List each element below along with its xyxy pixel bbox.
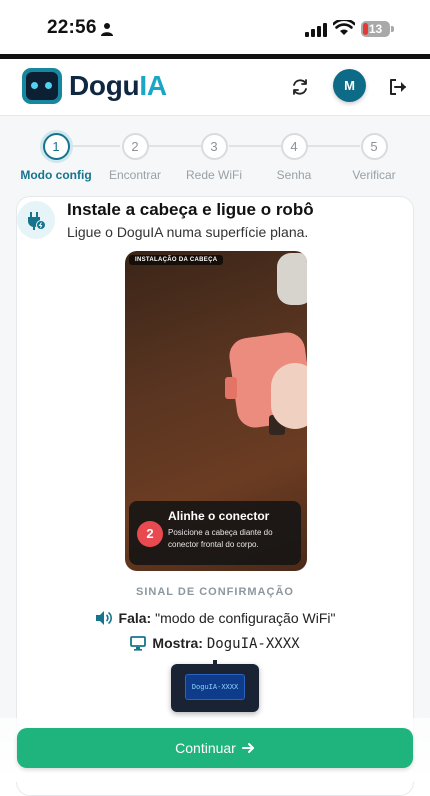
battery-level: 13: [368, 22, 383, 36]
arrow-right-icon: [241, 728, 255, 768]
robot-screen-preview: DoguIA-XXXX: [171, 660, 259, 712]
status-time: 22:56: [47, 17, 97, 38]
setup-card: Instale a cabeça e ligue o robô Ligue o …: [16, 196, 414, 796]
status-bar: 22:56 13: [0, 0, 430, 54]
refresh-icon[interactable]: [289, 76, 311, 98]
step-modo-config[interactable]: 1 Modo config: [16, 133, 96, 182]
shows-row: Mostra: DoguIA-XXXX: [17, 635, 413, 652]
step-number: 4: [280, 133, 308, 160]
step-number: 5: [360, 133, 388, 160]
step-encontrar[interactable]: 2 Encontrar: [95, 133, 175, 182]
video-tag: INSTALAÇÃO DA CABEÇA: [129, 255, 224, 265]
battery-icon: 13: [361, 21, 394, 37]
card-subtitle: Ligue o DoguIA numa superfície plana.: [67, 224, 309, 240]
plug-icon: [17, 201, 55, 239]
caption-step-badge: 2: [137, 521, 163, 547]
user-avatar[interactable]: M: [333, 69, 366, 102]
logo-icon: [22, 68, 62, 104]
app-header: DoguIA M: [0, 59, 430, 116]
logout-icon[interactable]: [387, 76, 409, 98]
hand-image: [271, 363, 307, 429]
cellular-signal-icon: [305, 23, 327, 37]
caption-title: Alinhe o conector: [168, 509, 270, 523]
wifi-icon: [333, 20, 355, 35]
caption-body: Posicione a cabeça diante do conector fr…: [168, 528, 273, 549]
step-verificar[interactable]: 5 Verificar: [334, 133, 414, 182]
step-label: Senha: [276, 168, 312, 182]
robot-connector-image: [225, 377, 237, 399]
signal-heading: SINAL DE CONFIRMAÇÃO: [136, 586, 294, 598]
instruction-video[interactable]: INSTALAÇÃO DA CABEÇA 2 Alinhe o conector…: [125, 251, 307, 571]
step-number: 1: [42, 133, 70, 160]
person-icon: [101, 23, 113, 36]
monitor-icon: [130, 636, 147, 651]
step-label: Modo config: [20, 168, 92, 182]
speaks-row: Fala: "modo de configuração WiFi": [17, 610, 413, 626]
step-label: Rede WiFi: [185, 168, 242, 182]
step-senha[interactable]: 4 Senha: [254, 133, 334, 182]
step-rede-wifi[interactable]: 3 Rede WiFi: [174, 133, 254, 182]
speaker-icon: [95, 611, 112, 625]
video-caption: 2 Alinhe o conector Posicione a cabeça d…: [129, 501, 301, 565]
card-title: Instale a cabeça e ligue o robô: [67, 200, 314, 219]
brand-name: DoguIA: [69, 70, 167, 101]
step-label: Encontrar: [108, 168, 162, 182]
continue-button[interactable]: Continuar: [17, 728, 413, 768]
footer-bar: Continuar: [0, 718, 430, 782]
step-number: 2: [121, 133, 149, 160]
video-background-object: [277, 253, 307, 305]
screen-preview-text: DoguIA-XXXX: [185, 674, 245, 700]
step-label: Verificar: [352, 168, 396, 182]
step-number: 3: [200, 133, 228, 160]
